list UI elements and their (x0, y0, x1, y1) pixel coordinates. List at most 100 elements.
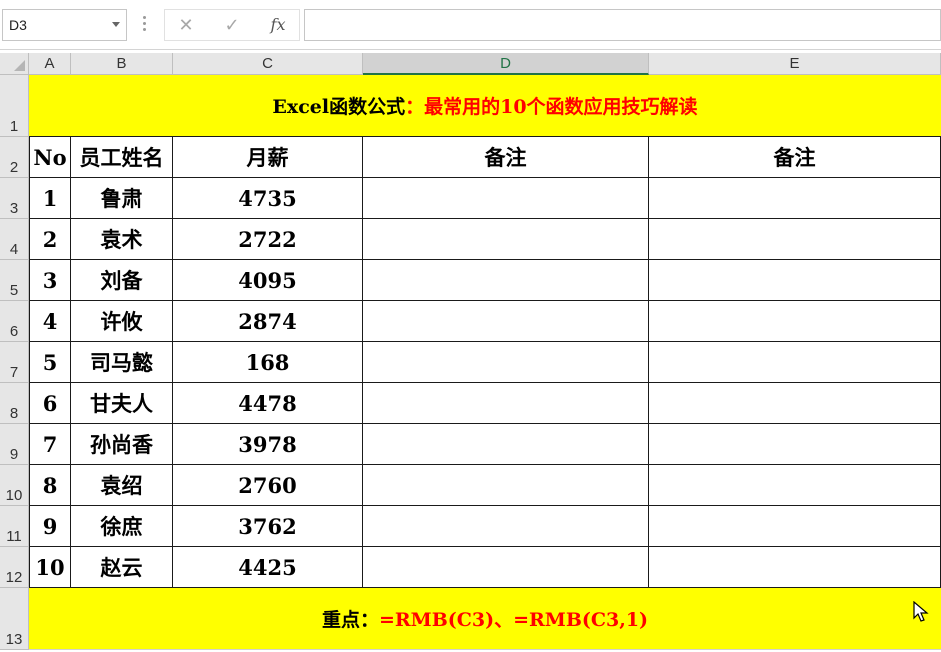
cell-note1[interactable] (363, 547, 649, 588)
cell-no[interactable]: 3 (29, 260, 71, 301)
cell-note1[interactable] (363, 424, 649, 465)
row-number: 10 (5, 487, 23, 504)
insert-function-icon[interactable]: fx (265, 14, 291, 36)
cell-salary[interactable]: 4735 (173, 178, 363, 219)
row-header-9[interactable]: 9 (0, 424, 29, 465)
cell-note2[interactable] (649, 219, 941, 260)
cell-name[interactable]: 甘夫人 (71, 383, 173, 424)
footer-cell[interactable]: 重点： =RMB(C3)、=RMB(C3,1) (29, 588, 941, 650)
cell-no[interactable]: 7 (29, 424, 71, 465)
cell-name[interactable]: 孙尚香 (71, 424, 173, 465)
active-cell-d3[interactable] (363, 178, 649, 219)
row-header-12[interactable]: 12 (0, 547, 29, 588)
cell-note1[interactable] (363, 342, 649, 383)
header-cell-note2[interactable]: 备注 (649, 137, 941, 178)
row-header-8[interactable]: 8 (0, 383, 29, 424)
cell-name[interactable]: 刘备 (71, 260, 173, 301)
cell-salary[interactable]: 4478 (173, 383, 363, 424)
row-number: 1 (9, 118, 19, 135)
cell-salary[interactable]: 3978 (173, 424, 363, 465)
mouse-cursor-icon (913, 601, 929, 622)
cell-salary[interactable]: 3762 (173, 506, 363, 547)
cell-note2[interactable] (649, 424, 941, 465)
cell-name[interactable]: 司马懿 (71, 342, 173, 383)
cancel-icon[interactable]: ✕ (173, 14, 199, 36)
cell-salary[interactable]: 2874 (173, 301, 363, 342)
cell-name[interactable]: 袁术 (71, 219, 173, 260)
cell-note1[interactable] (363, 506, 649, 547)
cell-name[interactable]: 鲁肃 (71, 178, 173, 219)
row-number: 6 (9, 323, 19, 340)
cell-note1[interactable] (363, 219, 649, 260)
row-header-11[interactable]: 11 (0, 506, 29, 547)
cell-no[interactable]: 5 (29, 342, 71, 383)
cell-note2[interactable] (649, 260, 941, 301)
header-cell-note1[interactable]: 备注 (363, 137, 649, 178)
cell-no[interactable]: 10 (29, 547, 71, 588)
row-header-5[interactable]: 5 (0, 260, 29, 301)
row-number: 7 (9, 364, 19, 381)
cell-note1[interactable] (363, 383, 649, 424)
header-cell-salary[interactable]: 月薪 (173, 137, 363, 178)
row-header-7[interactable]: 7 (0, 342, 29, 383)
row-header-10[interactable]: 10 (0, 465, 29, 506)
row-number: 5 (9, 282, 19, 299)
footer-formula-text: =RMB(C3)、=RMB(C3,1) (378, 609, 649, 631)
cell-note2[interactable] (649, 547, 941, 588)
cell-note1[interactable] (363, 301, 649, 342)
column-header-e[interactable]: E (649, 53, 941, 75)
header-cell-no[interactable]: No (29, 137, 71, 178)
row-number: 4 (9, 241, 19, 258)
cell-note1[interactable] (363, 465, 649, 506)
cell-no[interactable]: 8 (29, 465, 71, 506)
cell-no[interactable]: 4 (29, 301, 71, 342)
cell-no[interactable]: 2 (29, 219, 71, 260)
cell-note2[interactable] (649, 342, 941, 383)
cell-note2[interactable] (649, 178, 941, 219)
cell-name[interactable]: 赵云 (71, 547, 173, 588)
column-header-d[interactable]: D (363, 53, 649, 75)
cell-no[interactable]: 9 (29, 506, 71, 547)
row-number: 3 (9, 200, 19, 217)
row-header-2[interactable]: 2 (0, 137, 29, 178)
enter-icon[interactable]: ✓ (219, 14, 245, 36)
cell-name[interactable]: 许攸 (71, 301, 173, 342)
name-box-dropdown-icon[interactable] (112, 22, 120, 27)
row-header-6[interactable]: 6 (0, 301, 29, 342)
column-header-b[interactable]: B (71, 53, 173, 75)
cell-note2[interactable] (649, 506, 941, 547)
cell-salary[interactable]: 2722 (173, 219, 363, 260)
row-number: 8 (9, 405, 19, 422)
formula-buttons: ✕ ✓ fx (164, 9, 300, 41)
select-all-button[interactable] (0, 53, 29, 75)
formula-input[interactable] (304, 9, 941, 41)
cell-salary[interactable]: 168 (173, 342, 363, 383)
cell-name[interactable]: 徐庶 (71, 506, 173, 547)
row-number: 2 (9, 159, 19, 176)
column-header-a[interactable]: A (29, 53, 71, 75)
cell-no[interactable]: 6 (29, 383, 71, 424)
footer-label: 重点： (321, 609, 379, 631)
cell-salary[interactable]: 4095 (173, 260, 363, 301)
row-number: 13 (5, 631, 23, 648)
header-cell-name[interactable]: 员工姓名 (71, 137, 173, 178)
cell-note1[interactable] (363, 260, 649, 301)
cell-no[interactable]: 1 (29, 178, 71, 219)
title-text: Excel函数公式 (272, 96, 406, 118)
cell-name[interactable]: 袁绍 (71, 465, 173, 506)
formula-bar-grip-icon[interactable] (143, 16, 147, 34)
cell-note2[interactable] (649, 465, 941, 506)
row-header-4[interactable]: 4 (0, 219, 29, 260)
formula-bar: D3 ✕ ✓ fx (0, 0, 941, 50)
name-box-value: D3 (9, 17, 27, 33)
column-header-c[interactable]: C (173, 53, 363, 75)
cell-salary[interactable]: 4425 (173, 547, 363, 588)
cell-note2[interactable] (649, 383, 941, 424)
row-header-3[interactable]: 3 (0, 178, 29, 219)
row-header-1[interactable]: 1 (0, 75, 29, 137)
title-cell[interactable]: Excel函数公式 ：最常用的10个函数应用技巧解读 (29, 75, 941, 137)
cell-note2[interactable] (649, 301, 941, 342)
row-header-13[interactable]: 13 (0, 588, 29, 650)
name-box[interactable]: D3 (2, 9, 127, 41)
cell-salary[interactable]: 2760 (173, 465, 363, 506)
